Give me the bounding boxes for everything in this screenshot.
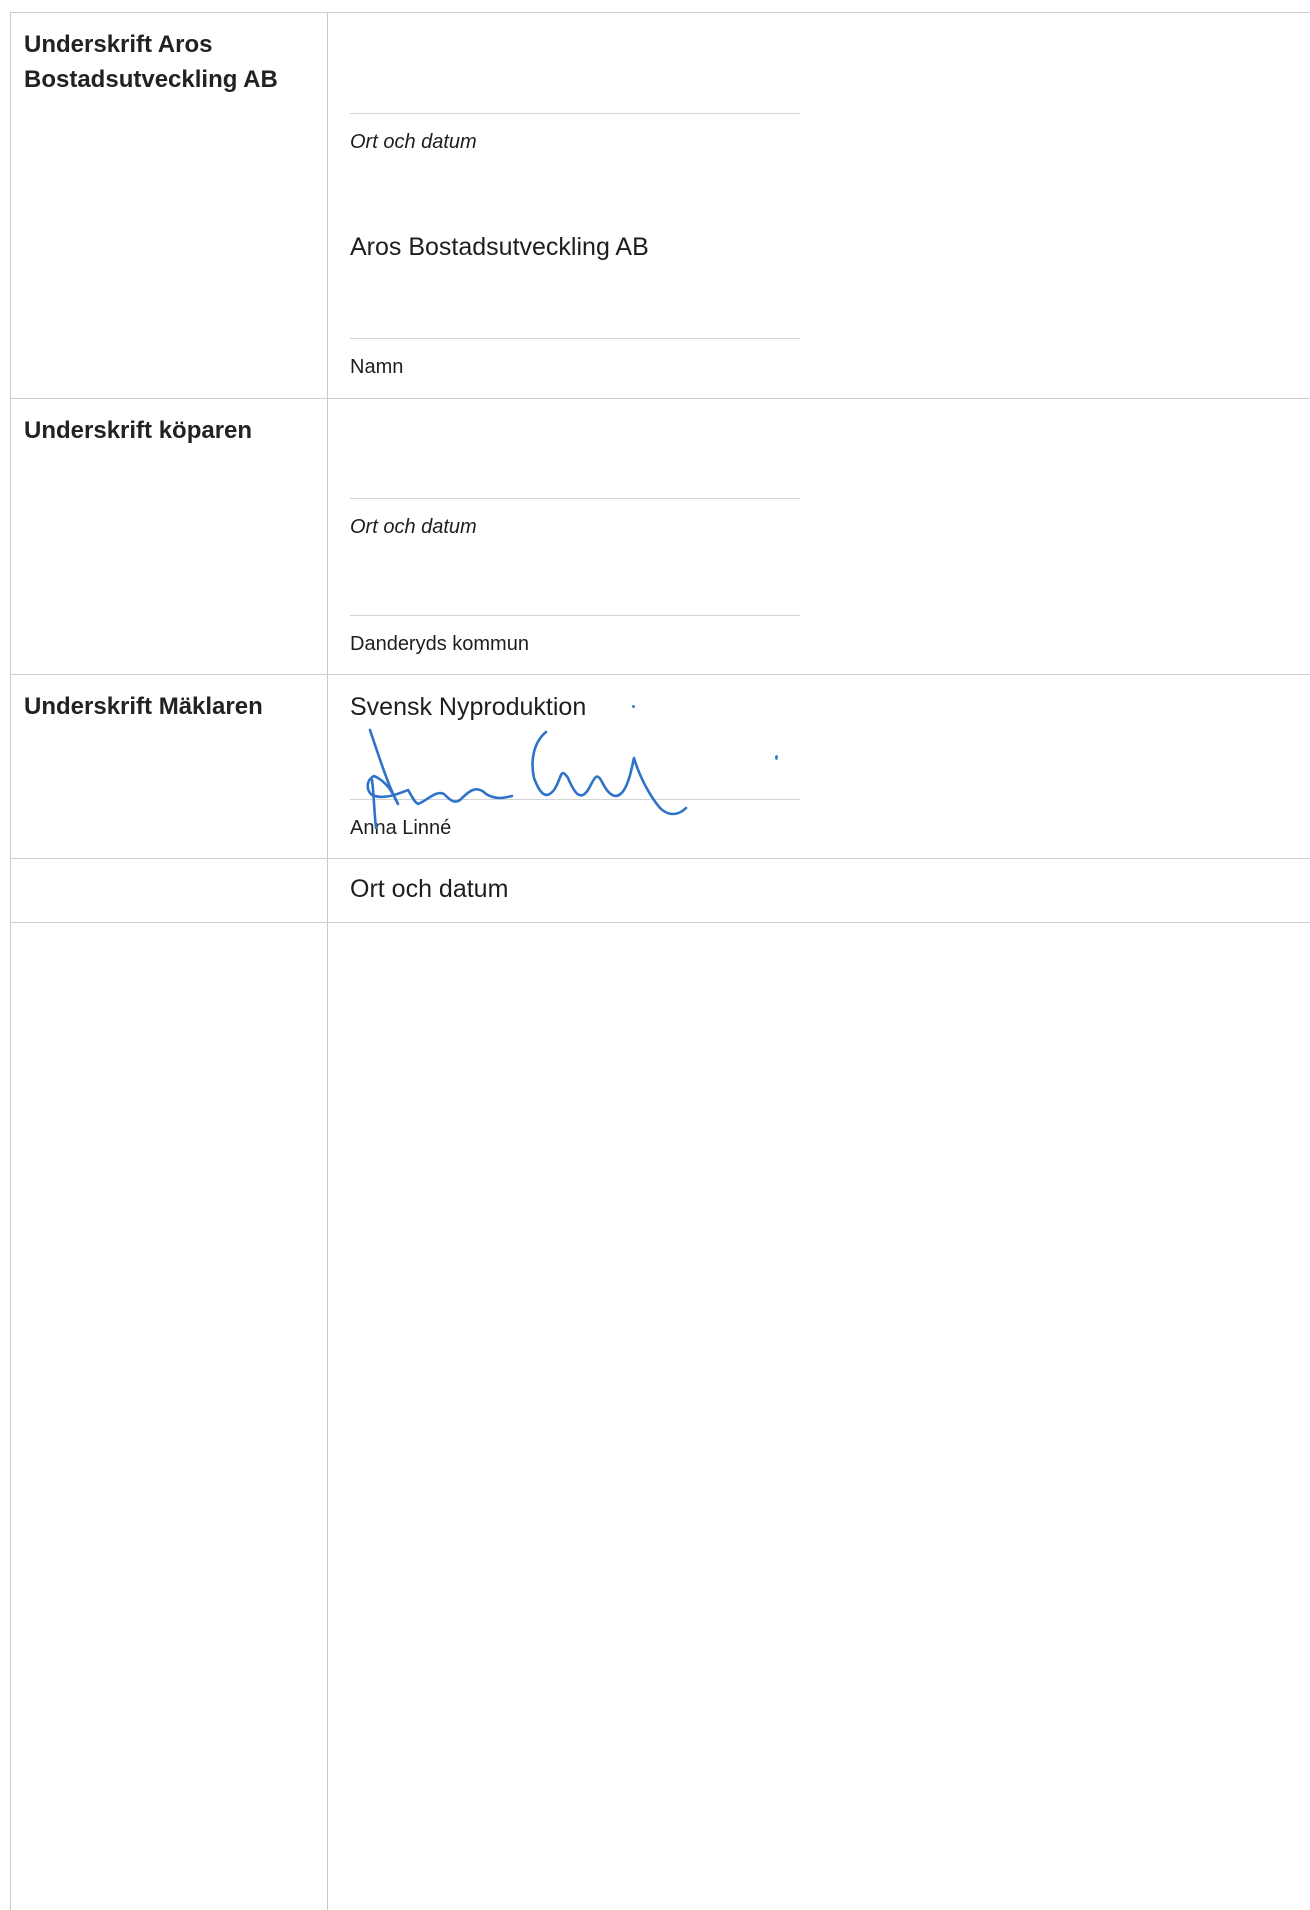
aros-place-date-line (350, 113, 800, 114)
ink-speck (632, 705, 635, 708)
ink-speck (775, 755, 778, 760)
aros-place-date-label: Ort och datum (350, 131, 477, 153)
aros-company-name: Aros Bostadsutveckling AB (350, 233, 649, 261)
aros-name-label: Namn (350, 356, 404, 378)
aros-label-line2: Bostadsutveckling AB (24, 66, 278, 93)
buyer-place-date-line (350, 498, 800, 499)
aros-name-line (350, 338, 800, 339)
signature-page: Underskrift Aros Bostadsutveckling AB Or… (0, 0, 1310, 1910)
broker-company-name: Svensk Nyproduktion (350, 693, 587, 721)
left-border (10, 12, 11, 1910)
buyer-name: Danderyds kommun (350, 633, 529, 655)
aros-signature-label: Underskrift Aros Bostadsutveckling AB (24, 27, 324, 97)
row-divider-4 (10, 922, 1310, 923)
column-divider (327, 12, 328, 1910)
buyer-name-line (350, 615, 800, 616)
table-top-border (10, 12, 1310, 13)
broker-place-date-label: Ort och datum (350, 875, 509, 903)
aros-label-line1: Underskrift Aros (24, 31, 213, 58)
buyer-place-date-label: Ort och datum (350, 516, 477, 538)
row-divider-1 (10, 398, 1310, 399)
handwritten-signature (366, 728, 688, 830)
row-divider-2 (10, 674, 1310, 675)
row-divider-3 (10, 858, 1310, 859)
broker-signature-label: Underskrift Mäklaren (24, 693, 263, 720)
buyer-signature-label: Underskrift köparen (24, 417, 253, 444)
